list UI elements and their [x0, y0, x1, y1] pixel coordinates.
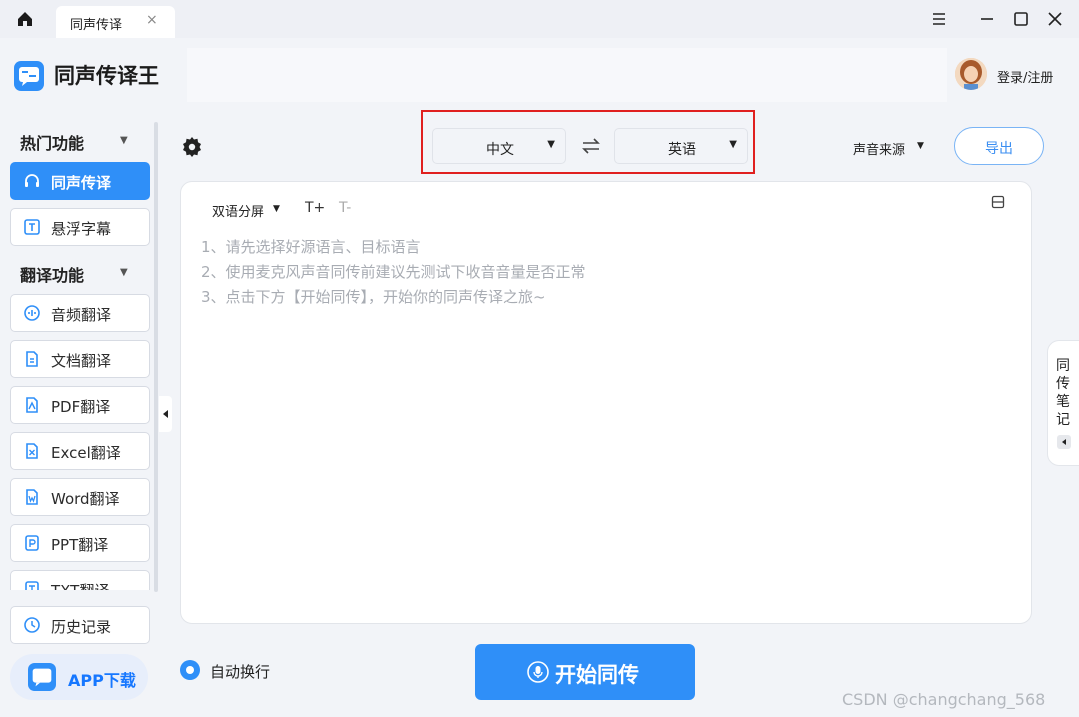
sidebar-item-label: 悬浮字幕	[51, 220, 112, 238]
maximize-icon[interactable]	[1009, 8, 1033, 30]
translate-section-title: 翻译功能	[20, 266, 85, 285]
sidebar-item-excel-translation[interactable]: Excel翻译	[10, 432, 150, 470]
auto-wrap-label: 自动换行	[210, 663, 271, 681]
sidebar-item-label: 历史记录	[51, 618, 112, 636]
popular-section-title: 热门功能	[20, 134, 85, 153]
login-register-link[interactable]: 登录/注册	[997, 67, 1053, 86]
transcript-panel: 双语分屏 ▼ T+ T- 1、请先选择好源语言、目标语言 2、使用麦克风声音同传…	[180, 181, 1032, 624]
headset-icon	[25, 174, 39, 187]
settings-gear-icon[interactable]	[181, 135, 203, 157]
pdf-icon	[26, 397, 38, 413]
sidebar-item-label: PPT翻译	[51, 536, 109, 554]
caret-left-icon	[1057, 435, 1071, 449]
caret-left-icon	[163, 410, 168, 418]
sidebar-item-label: Excel翻译	[51, 444, 121, 462]
app-logo-icon	[28, 663, 56, 691]
sidebar-item-ppt-translation[interactable]: PPT翻译	[10, 524, 150, 562]
hint-line: 2、使用麦克风声音同传前建议先测试下收音音量是否正常	[201, 263, 586, 281]
auto-wrap-radio[interactable]	[180, 660, 200, 680]
sidebar-item-label: 同声传译	[51, 174, 112, 192]
sidebar-item-word-translation[interactable]: Word翻译	[10, 478, 150, 516]
sidebar-clip: TXT翻译	[10, 570, 150, 590]
microphone-icon	[527, 661, 549, 683]
app-logo-icon	[14, 61, 44, 91]
watermark-text: CSDN @changchang_568	[842, 690, 1046, 709]
tab-simultaneous-interpretation[interactable]: 同声传译 ×	[56, 6, 175, 38]
start-button-label: 开始同传	[555, 663, 639, 687]
sidebar-item-pdf-translation[interactable]: PDF翻译	[10, 386, 150, 424]
avatar[interactable]	[955, 58, 987, 90]
sound-source-dropdown[interactable]: 声音来源	[853, 139, 905, 158]
menu-icon[interactable]	[927, 8, 951, 30]
app-download-label: APP下载	[68, 671, 136, 690]
export-button-label: 导出	[985, 141, 1013, 157]
title-bar: 同声传译 ×	[0, 0, 1079, 38]
sidebar-item-audio-translation[interactable]: 音频翻译	[10, 294, 150, 332]
close-icon[interactable]	[1043, 8, 1067, 30]
hint-line: 3、点击下方【开始同传】，开始你的同声传译之旅~	[201, 288, 546, 306]
source-language-select[interactable]: 中文 ▼	[432, 128, 566, 164]
sidebar-collapse-toggle[interactable]	[159, 396, 172, 432]
dropdown-caret-icon: ▼	[729, 139, 737, 150]
word-icon	[26, 489, 38, 505]
document-icon	[26, 351, 38, 367]
avatar-icon	[955, 58, 987, 90]
sidebar-item-label: 文档翻译	[51, 352, 112, 370]
font-increase-button[interactable]: T+	[305, 200, 325, 216]
sidebar-item-simultaneous-interpretation[interactable]: 同声传译	[10, 162, 150, 200]
swap-languages-icon[interactable]	[580, 136, 602, 156]
app-title: 同声传译王	[54, 64, 159, 88]
dropdown-caret-icon: ▼	[547, 139, 555, 150]
view-mode-dropdown[interactable]: 双语分屏	[212, 201, 264, 220]
sidebar-scrollbar[interactable]	[154, 122, 158, 592]
history-icon	[24, 617, 40, 633]
notes-tab-label: 同传笔记	[1056, 358, 1070, 428]
sidebar-item-document-translation[interactable]: 文档翻译	[10, 340, 150, 378]
hint-line: 1、请先选择好源语言、目标语言	[201, 238, 421, 256]
excel-icon	[26, 443, 38, 459]
tab-label: 同声传译	[70, 18, 123, 33]
target-language-select[interactable]: 英语 ▼	[614, 128, 748, 164]
app-header: 同声传译王 登录/注册	[0, 38, 1079, 110]
app-download-button[interactable]: APP下载	[10, 654, 148, 700]
font-decrease-button[interactable]: T-	[339, 200, 351, 216]
translate-collapse-caret-icon[interactable]: ▼	[120, 267, 128, 278]
sidebar-item-floating-subtitle[interactable]: 悬浮字幕	[10, 208, 150, 246]
header-banner	[187, 48, 947, 102]
sidebar-item-history[interactable]: 历史记录	[10, 606, 150, 644]
dropdown-caret-icon[interactable]: ▼	[273, 204, 280, 214]
home-icon[interactable]	[14, 8, 36, 30]
sidebar-item-label: Word翻译	[51, 490, 120, 508]
start-interpretation-button[interactable]: 开始同传	[475, 644, 695, 700]
sidebar-item-label: PDF翻译	[51, 398, 111, 416]
sidebar: 热门功能 ▼ 同声传译 悬浮字幕 翻译功能 ▼ 音频翻译 文档翻译 PDF翻译 …	[0, 112, 160, 717]
export-button[interactable]: 导出	[954, 127, 1044, 165]
notes-side-tab[interactable]: 同传笔记	[1047, 340, 1079, 466]
txt-icon	[25, 581, 39, 590]
audio-icon	[24, 305, 40, 321]
subtitle-icon	[24, 219, 40, 235]
sidebar-item-label: TXT翻译	[51, 580, 109, 590]
split-layout-icon[interactable]	[991, 195, 1005, 209]
popular-collapse-caret-icon[interactable]: ▼	[120, 135, 128, 146]
sidebar-item-txt-translation[interactable]: TXT翻译	[10, 570, 150, 590]
tab-close-button[interactable]: ×	[146, 12, 158, 28]
dropdown-caret-icon[interactable]: ▼	[917, 141, 924, 151]
minimize-icon[interactable]	[975, 8, 999, 30]
sidebar-item-label: 音频翻译	[51, 306, 112, 324]
ppt-icon	[25, 535, 39, 551]
